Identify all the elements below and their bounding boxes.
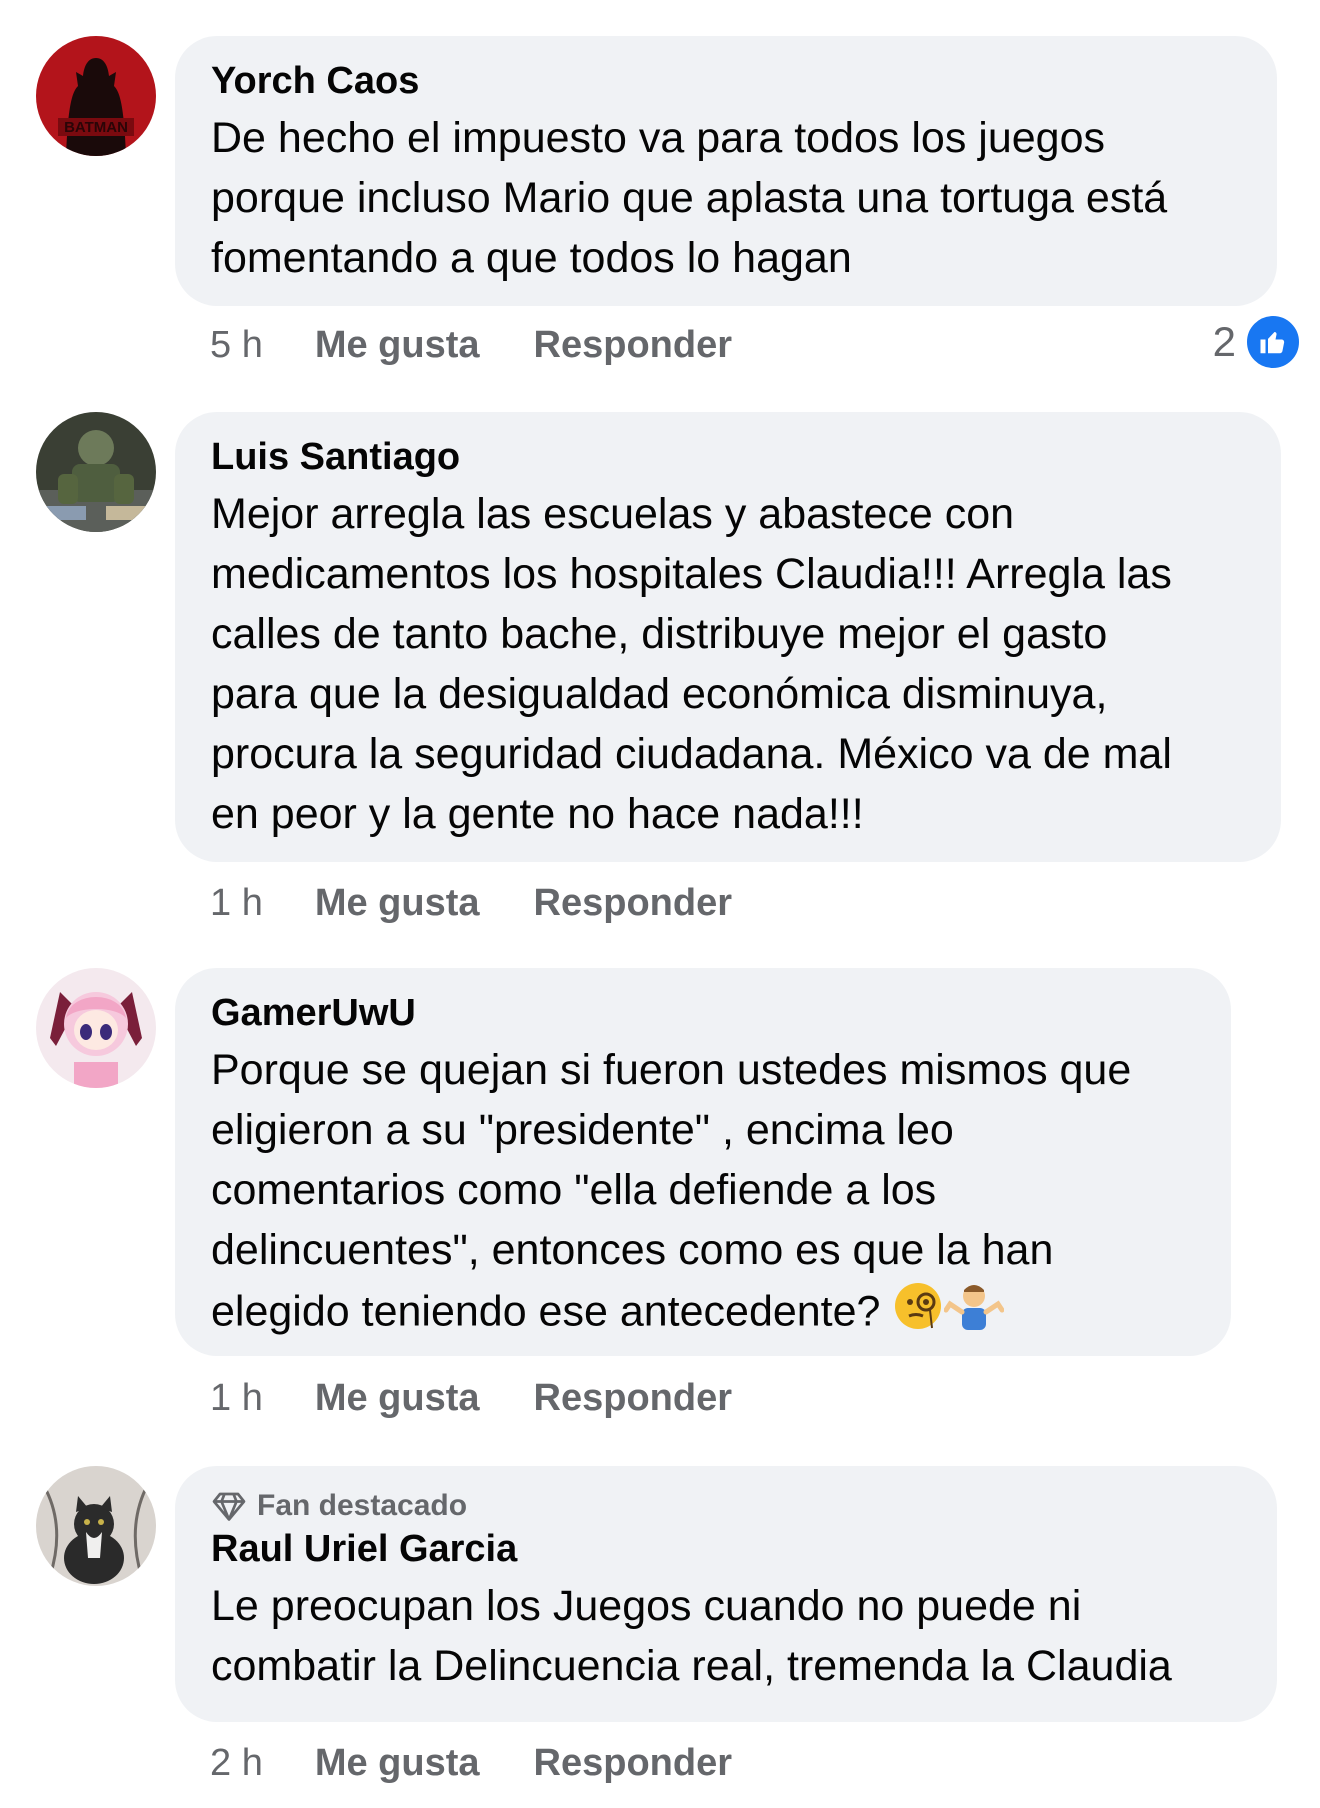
comment-text: Porque se quejan si fueron ustedes mismo…	[211, 1040, 1201, 1348]
like-reaction-icon	[1244, 313, 1302, 371]
person-shrugging-emoji	[943, 1280, 1005, 1348]
comment-timestamp[interactable]: 5 h	[210, 322, 263, 368]
like-button[interactable]: Me gusta	[315, 880, 480, 926]
comment-actions: 1 h Me gusta Responder	[210, 880, 732, 926]
like-button[interactable]: Me gusta	[315, 1375, 480, 1421]
reaction-summary[interactable]: 2	[1213, 313, 1302, 371]
avatar[interactable]: BATMAN	[36, 36, 156, 156]
comment-author[interactable]: Luis Santiago	[211, 434, 1251, 480]
like-button[interactable]: Me gusta	[315, 322, 480, 368]
comment-timestamp[interactable]: 1 h	[210, 1375, 263, 1421]
comment-text: De hecho el impuesto va para todos los j…	[211, 114, 1168, 282]
comment-text: Mejor arregla las escuelas y abastece co…	[211, 490, 1172, 838]
reply-button[interactable]: Responder	[534, 1740, 732, 1786]
comment-bubble: Yorch Caos De hecho el impuesto va para …	[175, 36, 1277, 306]
comment-actions: 5 h Me gusta Responder	[210, 322, 732, 368]
comment-author[interactable]: GamerUwU	[211, 990, 1201, 1036]
avatar[interactable]	[36, 1466, 156, 1586]
comment-author[interactable]: Yorch Caos	[211, 58, 1247, 104]
comment-author[interactable]: Raul Uriel Garcia	[211, 1526, 1247, 1572]
diamond-icon	[212, 1492, 246, 1521]
avatar-batman-image: BATMAN	[36, 36, 156, 156]
svg-text:BATMAN: BATMAN	[64, 119, 128, 136]
comment-bubble: Luis Santiago Mejor arregla las escuelas…	[175, 412, 1281, 862]
comment-actions: 2 h Me gusta Responder	[210, 1740, 732, 1786]
reply-button[interactable]: Responder	[534, 880, 732, 926]
reply-button[interactable]: Responder	[534, 322, 732, 368]
avatar-anime-girl-image	[36, 968, 156, 1088]
avatar[interactable]	[36, 412, 156, 532]
reaction-count: 2	[1212, 318, 1236, 365]
comment-timestamp[interactable]: 2 h	[210, 1740, 263, 1786]
avatar-cat-image	[36, 1466, 156, 1586]
avatar-soldier-image	[36, 412, 156, 532]
comment-timestamp[interactable]: 1 h	[210, 880, 263, 926]
reply-button[interactable]: Responder	[534, 1375, 732, 1421]
comment-bubble: Fan destacado Raul Uriel Garcia Le preoc…	[175, 1466, 1277, 1722]
top-fan-badge[interactable]: Fan destacado	[211, 1486, 1247, 1526]
comment-actions: 1 h Me gusta Responder	[210, 1375, 732, 1421]
like-button[interactable]: Me gusta	[315, 1740, 480, 1786]
avatar[interactable]	[36, 968, 156, 1088]
badge-label: Fan destacado	[257, 1489, 468, 1522]
comment-bubble: GamerUwU Porque se quejan si fueron uste…	[175, 968, 1231, 1356]
comment-text: Le preocupan los Juegos cuando no puede …	[211, 1582, 1172, 1690]
monocle-face-emoji	[892, 1280, 944, 1348]
